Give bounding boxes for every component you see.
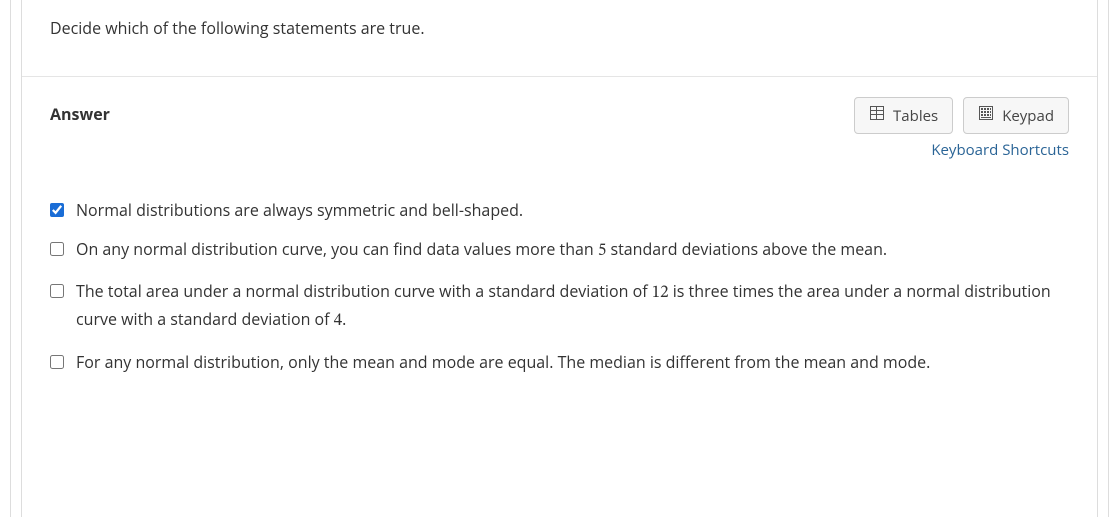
answer-section: Answer Tables Keyp [22,77,1097,417]
option-text: On any normal distribution curve, you ca… [76,238,598,260]
option-text: Normal distributions are always symmetri… [76,199,523,221]
option-checkbox-4[interactable] [50,355,64,369]
option-label-3[interactable]: The total area under a normal distributi… [76,279,1069,336]
question-section: Decide which of the following statements… [22,0,1097,77]
keyboard-shortcuts-link[interactable]: Keyboard Shortcuts [931,140,1069,160]
option-row: Normal distributions are always symmetri… [50,198,1069,223]
option-text: . [342,308,346,330]
option-text: The total area under a normal distributi… [76,280,652,302]
keypad-button[interactable]: Keypad [963,97,1069,134]
option-checkbox-1[interactable] [50,203,64,217]
tables-button-label: Tables [893,106,938,126]
math-number: 12 [652,285,669,302]
option-row: For any normal distribution, only the me… [50,350,1069,375]
option-checkbox-2[interactable] [50,242,64,256]
button-row: Tables Keypad [854,97,1069,134]
options-list: Normal distributions are always symmetri… [50,198,1069,375]
question-card: Decide which of the following statements… [21,0,1098,517]
question-prompt: Decide which of the following statements… [50,0,1069,40]
option-label-4[interactable]: For any normal distribution, only the me… [76,350,930,375]
math-number: 4 [334,313,342,330]
option-label-2[interactable]: On any normal distribution curve, you ca… [76,237,887,265]
keypad-button-label: Keypad [1002,106,1054,126]
option-text: For any normal distribution, only the me… [76,351,930,373]
answer-heading: Answer [50,97,110,125]
answer-toolbar: Tables Keypad Keyboard Shortcuts [854,97,1069,160]
page-container: Decide which of the following statements… [10,0,1109,517]
table-icon [869,105,885,126]
option-text: standard deviations above the mean. [606,238,887,260]
option-row: On any normal distribution curve, you ca… [50,237,1069,265]
tables-button[interactable]: Tables [854,97,953,134]
option-row: The total area under a normal distributi… [50,279,1069,336]
answer-header: Answer Tables Keyp [50,97,1069,160]
option-label-1[interactable]: Normal distributions are always symmetri… [76,198,523,223]
keypad-icon [978,105,994,126]
option-checkbox-3[interactable] [50,284,64,298]
